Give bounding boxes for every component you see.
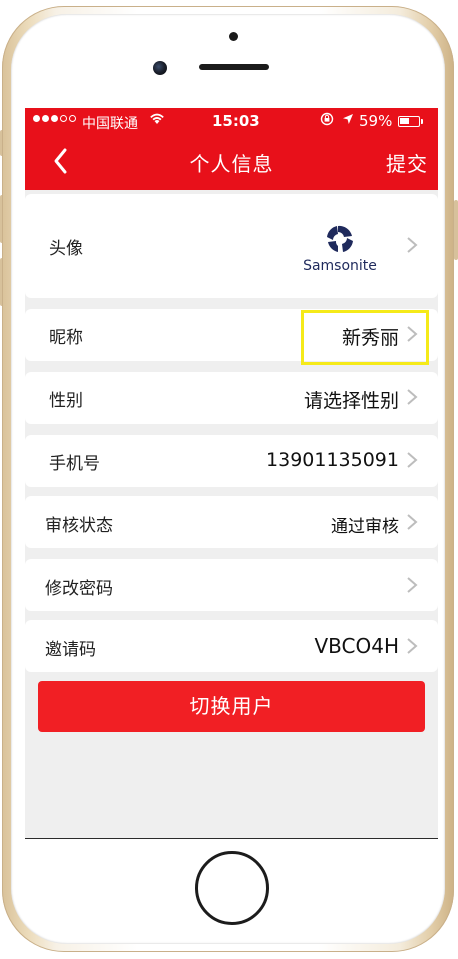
change-password-row[interactable]: 修改密码 bbox=[25, 559, 438, 611]
gender-row[interactable]: 性别 请选择性别 bbox=[25, 372, 438, 424]
signal-icon bbox=[33, 115, 76, 122]
nav-bar: 个人信息 提交 bbox=[25, 136, 438, 190]
switch-user-button[interactable]: 切换用户 bbox=[38, 681, 425, 732]
chevron-right-icon bbox=[406, 325, 418, 343]
chevron-right-icon bbox=[406, 451, 418, 469]
gender-value: 请选择性别 bbox=[303, 390, 399, 412]
review-status-label: 审核状态 bbox=[45, 516, 113, 536]
app-header: 中国联通 15:03 59% 个人信息 提交 bbox=[25, 108, 438, 190]
earpiece-speaker bbox=[199, 64, 269, 70]
nickname-label: 昵称 bbox=[49, 328, 83, 348]
app-screen: 中国联通 15:03 59% 个人信息 提交 头像 Samsonite 昵称 新… bbox=[25, 108, 438, 839]
review-status-value: 通过审核 bbox=[331, 517, 399, 537]
battery-percentage: 59% bbox=[359, 112, 393, 130]
rotation-lock-icon bbox=[320, 112, 334, 130]
page: 中国联通 15:03 59% 个人信息 提交 头像 Samsonite 昵称 新… bbox=[0, 0, 458, 959]
samsonite-logo-icon bbox=[327, 225, 353, 252]
chevron-right-icon bbox=[406, 576, 418, 594]
wifi-icon bbox=[149, 112, 165, 129]
invite-code-row[interactable]: 邀请码 VBCO4H bbox=[25, 620, 438, 672]
invite-code-label: 邀请码 bbox=[45, 640, 96, 660]
nickname-row[interactable]: 昵称 新秀丽 bbox=[25, 309, 438, 361]
avatar-label: 头像 bbox=[49, 239, 83, 259]
status-time: 15:03 bbox=[212, 112, 260, 130]
avatar-brand-text: Samsonite bbox=[303, 258, 377, 274]
carrier-name: 中国联通 bbox=[82, 116, 138, 132]
avatar: Samsonite bbox=[297, 224, 383, 276]
avatar-row[interactable]: 头像 Samsonite bbox=[25, 194, 438, 298]
front-camera bbox=[153, 61, 167, 75]
chevron-right-icon bbox=[406, 236, 418, 254]
battery-tip bbox=[421, 119, 423, 124]
invite-code-value: VBCO4H bbox=[314, 634, 399, 658]
chevron-right-icon bbox=[406, 637, 418, 655]
location-icon bbox=[342, 113, 354, 128]
chevron-right-icon bbox=[406, 513, 418, 531]
review-status-row[interactable]: 审核状态 通过审核 bbox=[25, 496, 438, 548]
change-password-label: 修改密码 bbox=[45, 579, 113, 599]
gender-label: 性别 bbox=[49, 391, 83, 411]
battery-fill bbox=[400, 118, 409, 124]
phone-row[interactable]: 手机号 13901135091 bbox=[25, 435, 438, 487]
phone-value: 13901135091 bbox=[266, 449, 399, 471]
nickname-value: 新秀丽 bbox=[341, 327, 399, 349]
chevron-right-icon bbox=[406, 388, 418, 406]
page-title: 个人信息 bbox=[189, 152, 274, 176]
power-button bbox=[454, 200, 458, 260]
proximity-sensor bbox=[229, 32, 238, 41]
battery-icon bbox=[398, 116, 420, 127]
submit-button[interactable]: 提交 bbox=[386, 148, 428, 177]
home-button[interactable] bbox=[195, 851, 269, 925]
phone-label: 手机号 bbox=[49, 454, 100, 474]
status-bar: 中国联通 15:03 59% bbox=[25, 108, 438, 136]
